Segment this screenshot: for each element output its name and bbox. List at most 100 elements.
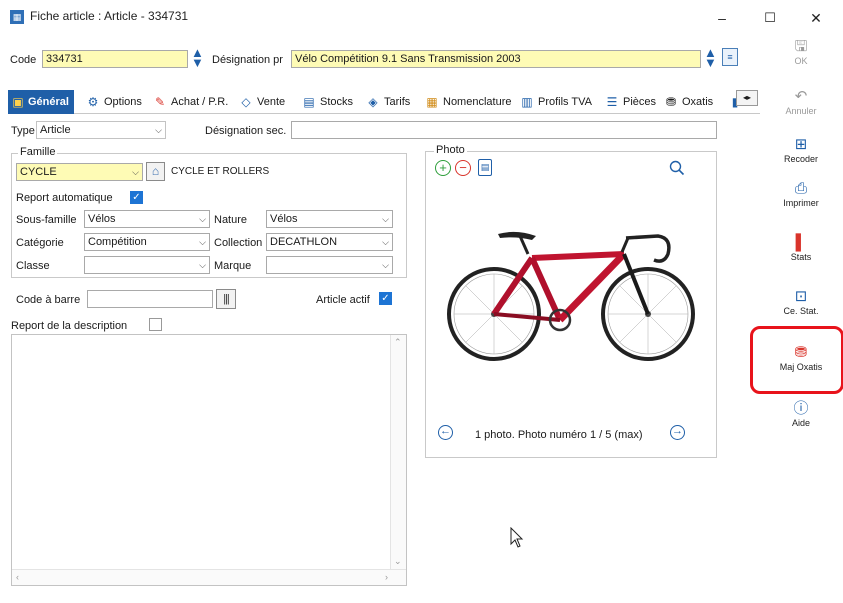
marque-select[interactable]: ⌵ bbox=[266, 256, 393, 274]
code-label: Code bbox=[10, 54, 37, 66]
code-barre-label: Code à barre bbox=[16, 294, 81, 306]
categorie-value: Compétition bbox=[88, 236, 147, 248]
tab-pieces[interactable]: ☰ Pièces bbox=[605, 92, 656, 112]
tab-bar: ▣ Général ⚙ Options ✎ Achat / P.R. ◇ Vente ▤… bbox=[8, 88, 760, 114]
tab-nomenclature[interactable]: ▦ Nomenclature bbox=[425, 92, 511, 112]
tab-stocks[interactable]: ▤ Stocks bbox=[302, 92, 353, 112]
collection-label: Collection bbox=[214, 237, 263, 249]
achat-icon: ✎ bbox=[154, 95, 166, 109]
tab-label: Profils TVA bbox=[538, 96, 592, 108]
scroll-left-icon[interactable]: ‹ bbox=[16, 572, 19, 582]
designation-translate-icon[interactable]: ≡ bbox=[722, 48, 738, 66]
chevron-down-icon: ⌵ bbox=[382, 260, 389, 270]
undo-icon: ↶ bbox=[794, 88, 808, 105]
nomenclature-icon: ▦ bbox=[426, 95, 438, 109]
stats-label: Stats bbox=[790, 252, 812, 262]
ce-stat-button[interactable]: ⊡ Ce. Stat. bbox=[762, 288, 840, 316]
oxatis-icon: ⛃ bbox=[665, 95, 677, 109]
famille-description: CYCLE ET ROLLERS bbox=[171, 166, 270, 177]
zoom-icon[interactable] bbox=[669, 160, 685, 176]
collection-value: DECATHLON bbox=[270, 236, 338, 248]
recode-icon: ⊞ bbox=[794, 136, 808, 153]
annuler-label: Annuler bbox=[785, 106, 817, 116]
tab-scroll-arrows[interactable]: ◂▸ bbox=[736, 90, 758, 106]
sous-famille-select[interactable]: Vélos ⌵ bbox=[84, 210, 210, 228]
remove-photo-icon[interactable]: − bbox=[455, 160, 471, 176]
report-auto-checkbox[interactable]: ✓ bbox=[130, 191, 143, 204]
tab-label: Oxatis bbox=[682, 96, 714, 108]
tab-label: Vente bbox=[257, 96, 286, 108]
chevron-down-icon: ⌵ bbox=[155, 125, 162, 135]
recoder-button[interactable]: ⊞ Recoder bbox=[762, 136, 840, 164]
add-photo-icon[interactable]: + bbox=[435, 160, 451, 176]
previous-photo-icon[interactable]: ← bbox=[438, 425, 453, 440]
tab-profils-tva[interactable]: ▥ Profils TVA bbox=[520, 92, 592, 112]
article-actif-checkbox[interactable]: ✓ bbox=[379, 292, 392, 305]
imprimer-button[interactable]: ⎙ Imprimer bbox=[762, 180, 840, 208]
tab-options[interactable]: ⚙ Options bbox=[86, 92, 142, 112]
scroll-right-icon[interactable]: › bbox=[385, 572, 388, 582]
tab-oxatis[interactable]: ⛃ Oxatis bbox=[664, 92, 713, 112]
code-barre-field[interactable] bbox=[87, 290, 213, 308]
type-select[interactable]: Article ⌵ bbox=[36, 121, 166, 139]
description-textarea[interactable]: ⌃ ⌄ ‹ › bbox=[11, 334, 407, 586]
tab-vente[interactable]: ◇ Vente bbox=[239, 92, 285, 112]
scroll-down-icon[interactable]: ⌄ bbox=[394, 556, 402, 567]
marque-label: Marque bbox=[214, 260, 252, 272]
mouse-cursor-icon bbox=[510, 526, 524, 552]
app-icon: ▦ bbox=[10, 10, 24, 24]
vertical-scrollbar[interactable]: ⌃ ⌄ bbox=[390, 335, 406, 569]
photo-group-title: Photo bbox=[434, 144, 467, 156]
home-icon[interactable]: ⌂ bbox=[146, 162, 165, 181]
next-photo-icon[interactable]: → bbox=[670, 425, 685, 440]
horizontal-scrollbar[interactable]: ‹ › bbox=[12, 569, 406, 585]
minimize-button[interactable]: – bbox=[709, 6, 735, 30]
designation-spinner-icon[interactable]: ▲ ▼ bbox=[704, 46, 717, 69]
tab-general[interactable]: ▣ Général bbox=[8, 90, 74, 114]
save-icon: 🖫 bbox=[794, 38, 808, 55]
nature-select[interactable]: Vélos ⌵ bbox=[266, 210, 393, 228]
title-bar: ▦ Fiche article : Article - 334731 – ☐ ✕ bbox=[0, 0, 843, 36]
help-icon: ⓘ bbox=[793, 400, 809, 417]
sous-famille-label: Sous-famille bbox=[16, 214, 77, 226]
famille-group-title: Famille bbox=[18, 146, 58, 158]
vente-icon: ◇ bbox=[241, 95, 251, 109]
report-desc-checkbox[interactable] bbox=[149, 318, 162, 331]
chevron-down-icon: ⌵ bbox=[382, 214, 389, 224]
tab-label: Général bbox=[28, 96, 69, 108]
famille-value: CYCLE bbox=[20, 166, 57, 178]
maximize-button[interactable]: ☐ bbox=[757, 6, 783, 30]
aide-label: Aide bbox=[791, 418, 810, 428]
chevron-down-icon: ⌵ bbox=[199, 214, 206, 224]
chevron-down-icon: ⌵ bbox=[199, 237, 206, 247]
code-field[interactable]: 334731 bbox=[42, 50, 188, 68]
tab-label: Options bbox=[104, 96, 142, 108]
code-spinner-icon[interactable]: ▲ ▼ bbox=[191, 46, 204, 69]
tab-achat[interactable]: ✎ Achat / P.R. bbox=[153, 92, 228, 112]
collection-select[interactable]: DECATHLON ⌵ bbox=[266, 233, 393, 251]
chevron-down-icon: ⌵ bbox=[132, 167, 139, 177]
copy-photo-icon[interactable]: ▤ bbox=[478, 159, 492, 176]
article-actif-label: Article actif bbox=[316, 294, 370, 306]
aide-button[interactable]: ⓘ Aide bbox=[762, 400, 840, 428]
classe-label: Classe bbox=[16, 260, 50, 272]
scroll-up-icon[interactable]: ⌃ bbox=[394, 337, 402, 348]
general-icon: ▣ bbox=[12, 95, 24, 109]
ce-stat-label: Ce. Stat. bbox=[783, 306, 819, 316]
highlight-annotation bbox=[750, 326, 843, 394]
recoder-label: Recoder bbox=[783, 154, 819, 164]
categorie-select[interactable]: Compétition ⌵ bbox=[84, 233, 210, 251]
ok-button[interactable]: 🖫 OK bbox=[762, 38, 840, 66]
close-button[interactable]: ✕ bbox=[803, 6, 829, 30]
classe-select[interactable]: ⌵ bbox=[84, 256, 210, 274]
stats-button[interactable]: ▌ Stats bbox=[762, 234, 840, 262]
designation-label: Désignation pr bbox=[212, 54, 283, 66]
tab-tarifs[interactable]: ◈ Tarifs bbox=[366, 92, 410, 112]
designation-sec-field[interactable] bbox=[291, 121, 717, 139]
designation-field[interactable]: Vélo Compétition 9.1 Sans Transmission 2… bbox=[291, 50, 701, 68]
categorie-label: Catégorie bbox=[16, 237, 64, 249]
barcode-icon[interactable]: ||| bbox=[216, 289, 236, 309]
nature-value: Vélos bbox=[270, 213, 298, 225]
annuler-button[interactable]: ↶ Annuler bbox=[762, 88, 840, 116]
famille-select[interactable]: CYCLE ⌵ bbox=[16, 163, 143, 181]
